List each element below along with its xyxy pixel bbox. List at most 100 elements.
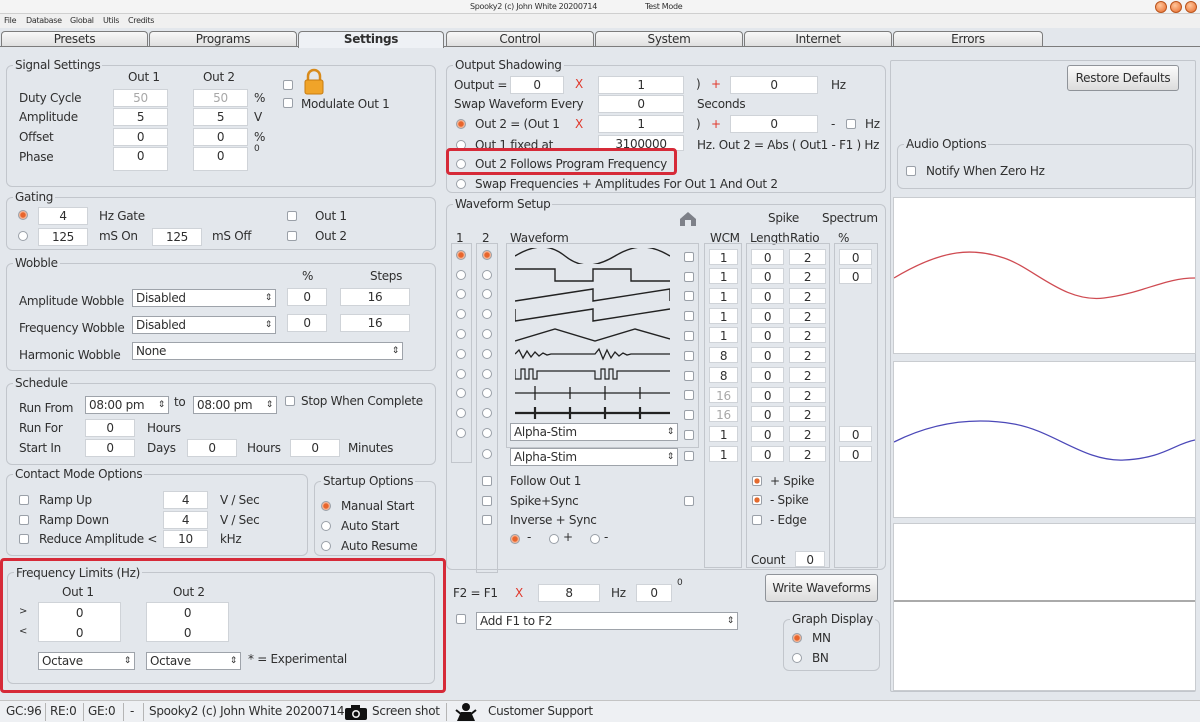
wave9-check[interactable] <box>684 410 694 420</box>
bn-radio[interactable] <box>792 653 802 663</box>
offset-out1-input[interactable]: 0 <box>113 128 168 146</box>
wave8-out2-radio[interactable] <box>482 388 492 398</box>
ms-off-input[interactable]: 125 <box>152 228 202 246</box>
f2-multiplier-input[interactable]: 8 <box>538 584 600 602</box>
ratio-input[interactable]: 2 <box>789 387 826 403</box>
ramp-up-checkbox[interactable] <box>19 495 29 505</box>
alpha-stim-select-2[interactable]: Alpha-Stim <box>510 448 678 466</box>
wave7-check[interactable] <box>684 371 694 381</box>
menu-global[interactable]: Global <box>70 16 94 25</box>
wcm-input[interactable]: 8 <box>709 347 738 363</box>
run-for-input[interactable]: 0 <box>85 419 135 437</box>
length-input[interactable]: 0 <box>751 308 784 324</box>
auto-resume-radio[interactable] <box>321 541 331 551</box>
wave5-out1-radio[interactable] <box>456 329 466 339</box>
modulate-checkbox[interactable] <box>283 98 293 108</box>
tab-errors[interactable]: Errors <box>893 31 1043 47</box>
amplitude-out1-input[interactable]: 5 <box>113 108 168 126</box>
frequency-wobble-percent[interactable]: 0 <box>287 314 327 332</box>
ramp-up-input[interactable]: 4 <box>163 491 208 509</box>
ratio-input[interactable]: 2 <box>789 446 826 462</box>
wave2-out2-radio[interactable] <box>482 270 492 280</box>
wcm-input[interactable]: 8 <box>709 367 738 383</box>
wave3-out2-radio[interactable] <box>482 289 492 299</box>
wave3-check[interactable] <box>684 291 694 301</box>
ratio-input[interactable]: 2 <box>789 327 826 343</box>
ratio-input[interactable]: 2 <box>789 367 826 383</box>
maximize-icon[interactable] <box>1170 1 1182 13</box>
restore-defaults-button[interactable]: Restore Defaults <box>1067 65 1179 91</box>
wcm-input[interactable]: 1 <box>709 426 738 442</box>
tab-settings[interactable]: Settings <box>298 31 444 48</box>
notify-zero-hz-checkbox[interactable] <box>906 166 916 176</box>
length-input[interactable]: 0 <box>751 288 784 304</box>
close-icon[interactable] <box>1185 1 1197 13</box>
ramp-down-checkbox[interactable] <box>19 515 29 525</box>
wave2-out1-radio[interactable] <box>456 270 466 280</box>
sync-none-radio[interactable] <box>590 534 600 544</box>
ms-gate-radio[interactable] <box>18 231 28 241</box>
length-input[interactable]: 0 <box>751 367 784 383</box>
amplitude-out2-input[interactable]: 5 <box>193 108 248 126</box>
customer-support-button[interactable]: Customer Support <box>488 704 593 718</box>
ratio-input[interactable]: 2 <box>789 426 826 442</box>
length-input[interactable]: 0 <box>751 327 784 343</box>
reduce-amplitude-checkbox[interactable] <box>19 534 29 544</box>
minus-spike-checkbox[interactable] <box>752 495 762 505</box>
wave8-out1-radio[interactable] <box>456 388 466 398</box>
sync-minus-radio[interactable] <box>510 534 520 544</box>
wave11-out2-radio[interactable] <box>482 449 492 459</box>
wave9-out2-radio[interactable] <box>482 408 492 418</box>
spike-sync-extra-checkbox[interactable] <box>684 496 694 506</box>
follow-out1-checkbox[interactable] <box>482 476 492 486</box>
wcm-input[interactable]: 16 <box>709 406 738 422</box>
count-input[interactable]: 0 <box>795 551 825 567</box>
minimize-icon[interactable] <box>1155 1 1167 13</box>
out2-offset-input[interactable]: 0 <box>730 115 818 133</box>
frequency-wobble-select[interactable]: Disabled <box>132 316 276 334</box>
mn-radio[interactable] <box>792 633 802 643</box>
wave1-out2-radio[interactable] <box>482 250 492 260</box>
screenshot-button[interactable]: Screen shot <box>372 704 440 718</box>
add-f1-to-f2-select[interactable]: Add F1 to F2 <box>476 612 738 630</box>
harmonic-wobble-select[interactable]: None <box>132 342 403 360</box>
sync-plus-radio[interactable] <box>549 534 559 544</box>
wave1-check[interactable] <box>684 252 694 262</box>
edge-checkbox[interactable] <box>752 515 762 525</box>
phase-out2-input[interactable]: 0 <box>193 147 248 171</box>
wcm-input[interactable]: 1 <box>709 308 738 324</box>
ratio-input[interactable]: 2 <box>789 288 826 304</box>
wcm-input[interactable]: 1 <box>709 268 738 284</box>
add-f1-checkbox[interactable] <box>456 614 466 624</box>
wcm-input[interactable]: 1 <box>709 446 738 462</box>
ratio-input[interactable]: 2 <box>789 249 826 265</box>
wave6-check[interactable] <box>684 351 694 361</box>
gate-out2-checkbox[interactable] <box>287 231 297 241</box>
write-waveforms-button[interactable]: Write Waveforms <box>765 574 878 602</box>
offset-out2-input[interactable]: 0 <box>193 128 248 146</box>
menu-database[interactable]: Database <box>26 16 62 25</box>
spectrum-input[interactable]: 0 <box>839 426 872 442</box>
wave6-out2-radio[interactable] <box>482 349 492 359</box>
wave5-check[interactable] <box>684 331 694 341</box>
support-person-icon[interactable] <box>454 702 478 722</box>
ratio-input[interactable]: 2 <box>789 268 826 284</box>
gate-out1-checkbox[interactable] <box>287 211 297 221</box>
length-input[interactable]: 0 <box>751 387 784 403</box>
wave4-check[interactable] <box>684 311 694 321</box>
plus-spike-checkbox[interactable] <box>752 476 762 486</box>
wcm-input[interactable]: 1 <box>709 288 738 304</box>
f2-phase-input[interactable]: 0 <box>636 584 672 602</box>
out2-equation-radio[interactable] <box>456 119 466 129</box>
wave10-check[interactable] <box>684 430 694 440</box>
hz-gate-input[interactable]: 4 <box>38 207 88 225</box>
output-b-input[interactable]: 1 <box>598 76 684 94</box>
ratio-input[interactable]: 2 <box>789 347 826 363</box>
duty-cycle-out1-input[interactable]: 50 <box>113 89 168 107</box>
output-c-input[interactable]: 0 <box>730 76 818 94</box>
spectrum-input[interactable]: 0 <box>839 268 872 284</box>
wave10-out2-radio[interactable] <box>482 428 492 438</box>
wave10-out1-radio[interactable] <box>456 428 466 438</box>
amplitude-wobble-steps[interactable]: 16 <box>340 288 410 306</box>
length-input[interactable]: 0 <box>751 446 784 462</box>
